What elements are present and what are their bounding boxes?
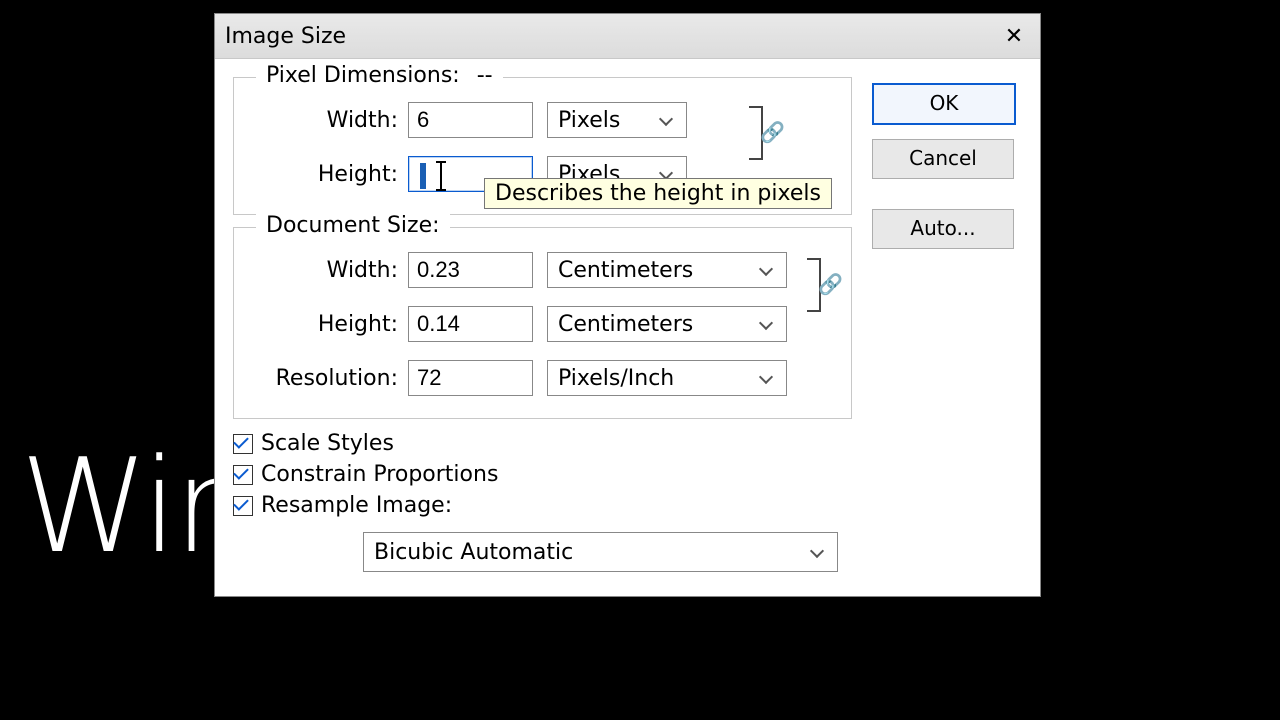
ds-resolution-unit-select[interactable]: Pixels/Inch <box>547 360 787 396</box>
constrain-label: Constrain Proportions <box>261 462 498 487</box>
pd-height-label: Height: <box>248 162 408 187</box>
scale-styles-checkbox[interactable]: Scale Styles <box>233 431 852 456</box>
resample-image-checkbox[interactable]: Resample Image: <box>233 493 852 518</box>
pixel-dimensions-legend: Pixel Dimensions: -- <box>256 63 503 88</box>
ds-height-label: Height: <box>248 312 408 337</box>
titlebar: Image Size ✕ <box>215 14 1040 59</box>
dialog-title: Image Size <box>225 24 346 49</box>
resample-label: Resample Image: <box>261 493 452 518</box>
cancel-button[interactable]: Cancel <box>872 139 1014 179</box>
background-text: Wir <box>20 430 223 582</box>
pd-width-input[interactable] <box>408 102 533 138</box>
link-icon[interactable]: 🔗 <box>760 120 785 144</box>
ds-resolution-unit-value: Pixels/Inch <box>558 366 674 391</box>
button-column: OK Cancel Auto... <box>872 77 1022 572</box>
close-button[interactable]: ✕ <box>988 14 1040 58</box>
constrain-proportions-checkbox[interactable]: Constrain Proportions <box>233 462 852 487</box>
chevron-down-icon <box>811 544 827 560</box>
pd-width-unit-value: Pixels <box>558 108 620 133</box>
chevron-down-icon <box>760 316 776 332</box>
chevron-down-icon <box>660 112 676 128</box>
ds-width-input[interactable] <box>408 252 533 288</box>
ds-height-row: Height: Centimeters <box>248 306 837 342</box>
image-size-dialog: Image Size ✕ Pixel Dimensions: -- Width:… <box>215 14 1040 596</box>
chevron-down-icon <box>760 262 776 278</box>
ds-resolution-input[interactable] <box>408 360 533 396</box>
link-icon[interactable]: 🔗 <box>818 272 843 296</box>
auto-button[interactable]: Auto... <box>872 209 1014 249</box>
ok-button[interactable]: OK <box>872 83 1016 125</box>
checkbox-icon <box>233 434 253 454</box>
pd-width-label: Width: <box>248 108 408 133</box>
resample-method-select[interactable]: Bicubic Automatic <box>363 532 838 572</box>
scale-styles-label: Scale Styles <box>261 431 394 456</box>
pixel-dimensions-label: Pixel Dimensions: <box>266 63 460 88</box>
resample-method-value: Bicubic Automatic <box>374 540 573 565</box>
ds-height-unit-select[interactable]: Centimeters <box>547 306 787 342</box>
ds-width-row: Width: Centimeters <box>248 252 837 288</box>
ds-width-label: Width: <box>248 258 408 283</box>
document-size-legend: Document Size: <box>256 213 450 238</box>
ds-height-input[interactable] <box>408 306 533 342</box>
ds-width-unit-value: Centimeters <box>558 258 693 283</box>
pixel-dimensions-group: Pixel Dimensions: -- Width: Pixels Heigh… <box>233 77 852 215</box>
close-icon: ✕ <box>1005 24 1023 49</box>
checkbox-icon <box>233 496 253 516</box>
checkbox-icon <box>233 465 253 485</box>
chevron-down-icon <box>760 370 776 386</box>
ds-resolution-label: Resolution: <box>248 366 408 391</box>
pixel-dimensions-value: -- <box>477 63 493 88</box>
ds-width-unit-select[interactable]: Centimeters <box>547 252 787 288</box>
document-size-group: Document Size: Width: Centimeters Height… <box>233 227 852 419</box>
ds-resolution-row: Resolution: Pixels/Inch <box>248 360 837 396</box>
height-tooltip: Describes the height in pixels <box>484 178 832 209</box>
ds-height-unit-value: Centimeters <box>558 312 693 337</box>
pd-width-unit-select[interactable]: Pixels <box>547 102 687 138</box>
